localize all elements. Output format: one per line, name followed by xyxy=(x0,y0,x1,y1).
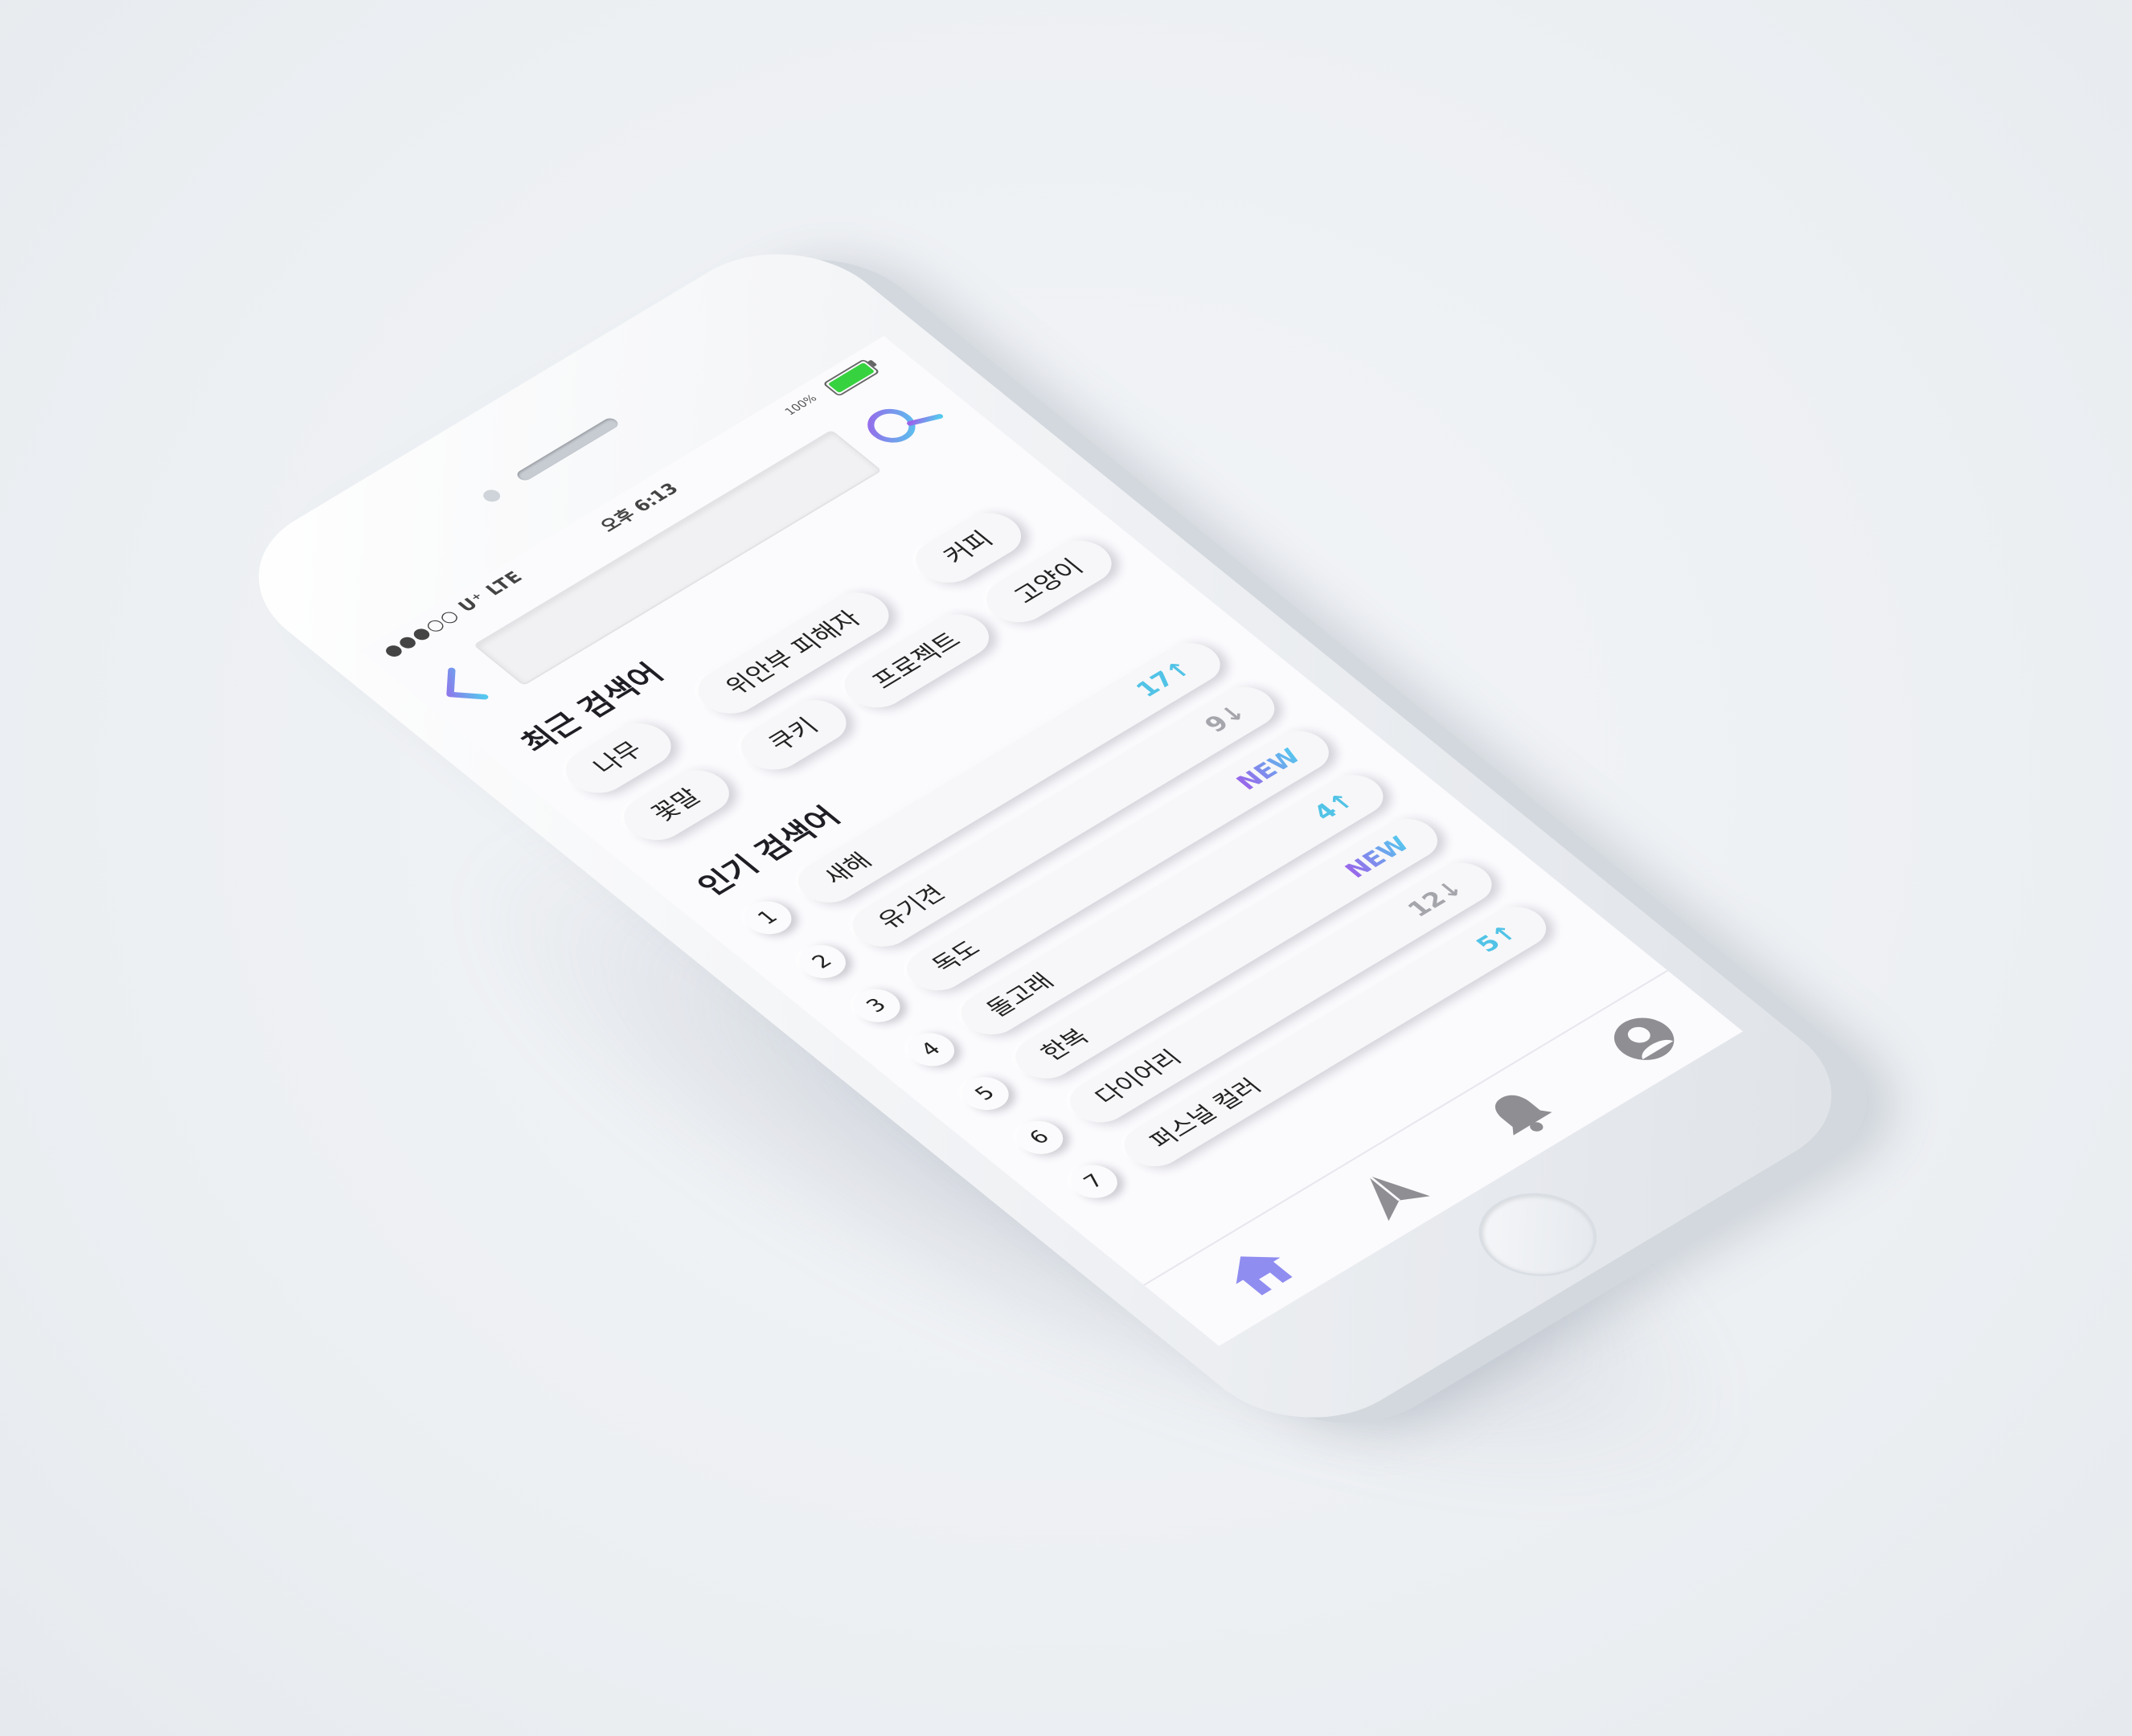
tab-home[interactable] xyxy=(1207,1234,1310,1307)
back-button[interactable] xyxy=(414,656,506,722)
rank-badge: 2 xyxy=(789,938,855,985)
rank-change: 5↑ xyxy=(1470,919,1525,957)
rank-change: 12↓ xyxy=(1401,876,1470,922)
search-icon xyxy=(867,408,944,443)
tab-send[interactable] xyxy=(1338,1157,1441,1229)
chevron-left-icon xyxy=(446,667,489,700)
bell-icon xyxy=(1495,1095,1552,1136)
front-camera xyxy=(479,487,504,505)
earpiece-speaker xyxy=(514,416,621,483)
mockup-stage: ●●●○○ U⁺ LTE 오후 6:13 100% 최근 검색어 나무 위안부 … xyxy=(0,0,2132,1736)
rank-change: 17↑ xyxy=(1130,656,1199,702)
rank-change-new-badge: NEW xyxy=(1223,738,1316,802)
popular-term: 돌고래 xyxy=(981,968,1060,1022)
rank-change-new-badge: NEW xyxy=(1331,825,1425,890)
popular-term: 한복 xyxy=(1035,1024,1096,1066)
battery-level xyxy=(827,362,875,394)
rank-change: 9↓ xyxy=(1199,700,1253,738)
popular-term: 새해 xyxy=(818,849,879,890)
rank-badge: 6 xyxy=(1007,1114,1073,1161)
home-icon xyxy=(1236,1256,1293,1296)
user-icon xyxy=(1613,1017,1675,1060)
popular-term: 독도 xyxy=(926,936,987,978)
rank-badge: 4 xyxy=(897,1026,965,1073)
rank-badge: 1 xyxy=(735,895,802,941)
tab-notifications[interactable] xyxy=(1469,1078,1572,1150)
rank-badge: 3 xyxy=(843,982,910,1030)
rank-badge: 7 xyxy=(1060,1158,1127,1205)
search-button[interactable] xyxy=(845,384,957,462)
rank-badge: 5 xyxy=(952,1070,1019,1117)
rank-change: 4↑ xyxy=(1307,788,1362,825)
popular-term: 유기견 xyxy=(872,881,952,934)
paper-plane-icon xyxy=(1367,1175,1430,1222)
tab-profile[interactable] xyxy=(1593,1003,1695,1075)
